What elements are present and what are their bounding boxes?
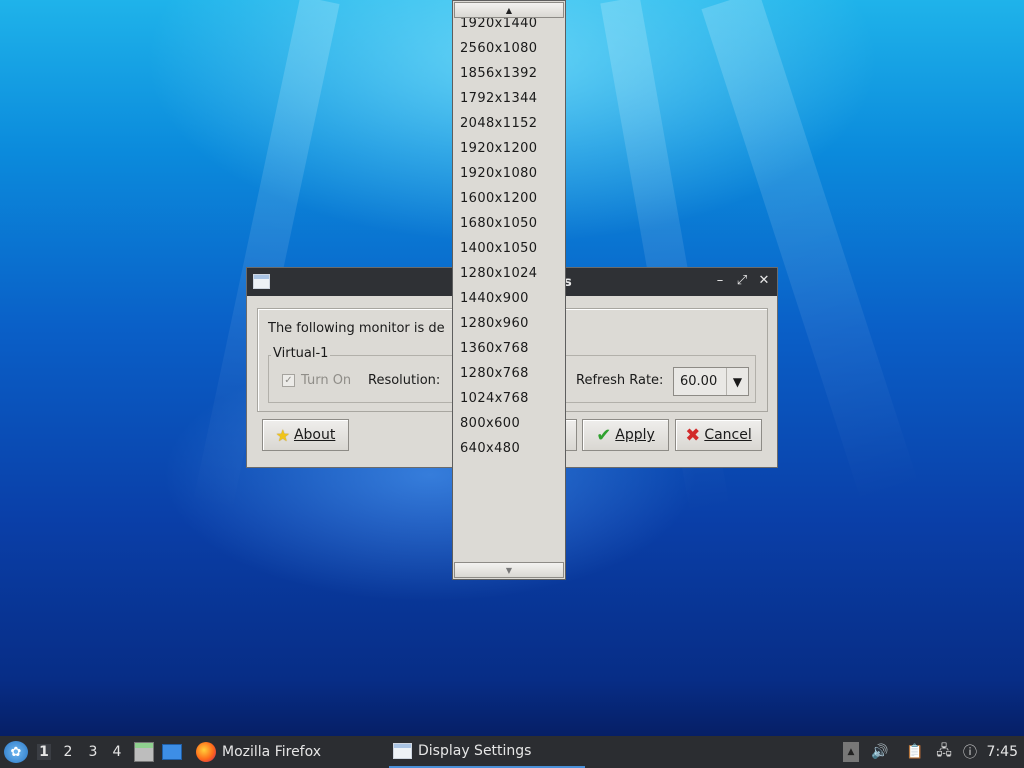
volume-icon[interactable]: 🔊 <box>870 742 890 762</box>
file-manager-icon[interactable] <box>134 742 154 762</box>
clock[interactable]: 7:45 <box>987 744 1018 760</box>
clipboard-icon[interactable]: 📋 <box>905 742 925 762</box>
firefox-icon <box>196 742 216 762</box>
workspace-2[interactable]: 2 <box>61 744 75 760</box>
task-display-settings-label: Display Settings <box>418 743 532 759</box>
taskbar: ✿ 1 2 3 4 Mozilla Firefox Display Settin… <box>0 736 1024 768</box>
resolution-option[interactable]: 1920x1200 <box>453 136 565 161</box>
resolution-option[interactable]: 1600x1200 <box>453 186 565 211</box>
resolution-dropdown[interactable]: 1920x1440 2560x1080 1856x1392 1792x1344 … <box>452 0 566 580</box>
scroll-up-button[interactable]: ▲ <box>454 2 564 18</box>
scroll-down-button[interactable]: ▼ <box>454 562 564 578</box>
resolution-option[interactable]: 640x480 <box>453 436 565 461</box>
resolution-option[interactable]: 2048x1152 <box>453 111 565 136</box>
apply-button[interactable]: ✔ Apply <box>582 419 669 451</box>
task-display-settings[interactable]: Display Settings <box>389 736 585 768</box>
turn-on-checkbox[interactable]: ✓ Turn On <box>282 373 351 388</box>
window-icon <box>393 743 412 759</box>
check-icon: ✓ <box>282 374 295 387</box>
resolution-option[interactable]: 2560x1080 <box>453 36 565 61</box>
resolution-option[interactable]: 1280x768 <box>453 361 565 386</box>
minimize-button[interactable]: – <box>713 273 727 289</box>
arrow-up-icon[interactable]: ▲ <box>843 742 859 762</box>
start-menu-button[interactable]: ✿ <box>4 741 28 763</box>
resolution-option[interactable]: 800x600 <box>453 411 565 436</box>
network-icon[interactable]: 🖧 <box>933 742 955 762</box>
task-firefox[interactable]: Mozilla Firefox <box>192 736 325 768</box>
workspace-3[interactable]: 3 <box>86 744 100 760</box>
chevron-down-icon: ▼ <box>726 368 748 395</box>
refresh-rate-label: Refresh Rate: <box>576 373 664 388</box>
apply-label: Apply <box>615 427 655 443</box>
about-label: About <box>293 427 336 443</box>
refresh-rate-value: 60.00 <box>680 374 718 389</box>
star-icon: ★ <box>275 425 290 445</box>
window-icon <box>253 274 270 289</box>
resolution-option[interactable]: 1680x1050 <box>453 211 565 236</box>
resolution-option[interactable]: 1024x768 <box>453 386 565 411</box>
task-firefox-label: Mozilla Firefox <box>222 744 322 760</box>
checkmark-icon: ✔ <box>596 424 612 446</box>
resolution-option[interactable]: 1856x1392 <box>453 61 565 86</box>
resolution-option[interactable]: 1280x1024 <box>453 261 565 286</box>
resolution-option[interactable]: 1400x1050 <box>453 236 565 261</box>
resolution-option[interactable]: 1360x768 <box>453 336 565 361</box>
app-menu-icon: ✿ <box>10 744 22 760</box>
resolution-label: Resolution: <box>368 373 441 388</box>
resolution-option[interactable]: 1440x900 <box>453 286 565 311</box>
maximize-button[interactable]: ⤢ <box>735 273 749 289</box>
cancel-icon: ✖ <box>685 424 701 446</box>
resolution-option[interactable]: 1792x1344 <box>453 86 565 111</box>
resolution-option[interactable]: 1920x1080 <box>453 161 565 186</box>
notification-icon[interactable]: ⓘ <box>960 742 980 762</box>
turn-on-label: Turn On <box>301 373 352 388</box>
show-desktop-icon[interactable] <box>162 744 182 760</box>
detected-monitor-text: The following monitor is de <box>268 321 445 336</box>
cancel-button[interactable]: ✖ Cancel <box>675 419 762 451</box>
workspace-1[interactable]: 1 <box>37 744 51 760</box>
monitor-name: Virtual-1 <box>271 346 331 361</box>
resolution-list: 1920x1440 2560x1080 1856x1392 1792x1344 … <box>453 11 565 461</box>
resolution-option[interactable]: 1280x960 <box>453 311 565 336</box>
cancel-label: Cancel <box>704 427 752 443</box>
refresh-rate-select[interactable]: 60.00 ▼ <box>673 367 749 396</box>
close-button[interactable]: ✕ <box>757 273 771 289</box>
about-button[interactable]: ★ About <box>262 419 349 451</box>
workspace-4[interactable]: 4 <box>110 744 124 760</box>
